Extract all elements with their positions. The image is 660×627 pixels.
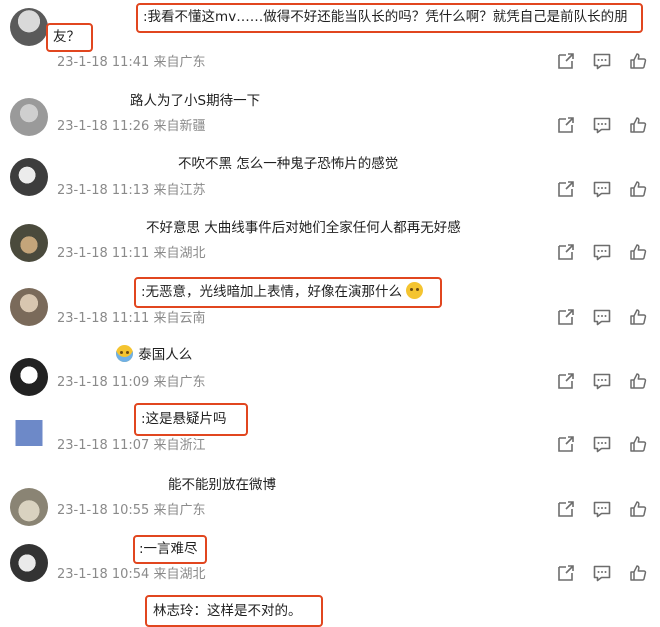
avatar[interactable] — [10, 158, 48, 196]
comment-time: 23-1-18 10:55 — [57, 503, 150, 518]
comment-time: 23-1-18 11:26 — [57, 119, 150, 134]
comment-actions — [556, 499, 648, 519]
comment-actions — [556, 371, 648, 391]
share-icon[interactable] — [556, 115, 576, 135]
comment-time: 23-1-18 11:07 — [57, 438, 150, 453]
avatar[interactable] — [10, 488, 48, 526]
share-icon[interactable] — [556, 563, 576, 583]
comment-location: 来自湖北 — [153, 246, 206, 261]
comment-icon[interactable] — [592, 115, 612, 135]
comment-meta: 23-1-18 11:11 来自云南 — [57, 307, 206, 326]
comment-icon[interactable] — [592, 434, 612, 454]
comment-time: 23-1-18 10:54 — [57, 567, 150, 582]
comment-text: :这是悬疑片吗 — [141, 411, 227, 427]
comment-text: :无恶意，光线暗加上表情，好像在演那什么 — [141, 281, 424, 303]
avatar[interactable] — [10, 544, 48, 582]
comment-text-body: :无恶意，光线暗加上表情，好像在演那什么 — [141, 284, 403, 300]
avatar[interactable] — [10, 288, 48, 326]
like-icon[interactable] — [628, 434, 648, 454]
like-icon[interactable] — [628, 563, 648, 583]
comment-location: 来自新疆 — [153, 119, 206, 134]
comment-text: :我看不懂这mv……做得不好还能当队长的吗？凭什么啊？就凭自己是前队长的朋 — [143, 9, 628, 25]
share-icon[interactable] — [556, 307, 576, 327]
comment-actions — [556, 242, 648, 262]
emoji-icon — [116, 345, 133, 362]
comment-meta: 23-1-18 11:09 来自广东 — [57, 371, 206, 390]
comment-text: 路人为了小S期待一下 — [130, 93, 261, 109]
like-icon[interactable] — [628, 499, 648, 519]
comment-meta: 23-1-18 10:55 来自广东 — [57, 499, 206, 518]
comment-text: 泰国人么 — [116, 344, 192, 366]
like-icon[interactable] — [628, 115, 648, 135]
comment-location: 来自广东 — [153, 55, 206, 70]
comment-location: 来自浙江 — [153, 438, 206, 453]
comment-location: 来自广东 — [153, 503, 206, 518]
comment-text: :一言难尽 — [139, 541, 198, 557]
avatar[interactable] — [10, 8, 48, 46]
avatar[interactable] — [10, 420, 48, 446]
comment-text: 不好意思 大曲线事件后对她们全家任何人都再无好感 — [146, 220, 461, 236]
avatar[interactable] — [10, 98, 48, 136]
share-icon[interactable] — [556, 179, 576, 199]
comment-actions — [556, 434, 648, 454]
comment-time: 23-1-18 11:11 — [57, 311, 150, 326]
comment-actions — [556, 563, 648, 583]
share-icon[interactable] — [556, 371, 576, 391]
comment-location: 来自云南 — [153, 311, 206, 326]
comment-meta: 23-1-18 11:13 来自江苏 — [57, 179, 206, 198]
share-icon[interactable] — [556, 499, 576, 519]
comment-location: 来自江苏 — [153, 183, 206, 198]
comment-text: 不吹不黑 怎么一种鬼子恐怖片的感觉 — [178, 156, 399, 172]
comment-location: 来自广东 — [153, 375, 206, 390]
comment-text: 能不能别放在微博 — [168, 477, 276, 493]
comment-text-body: 泰国人么 — [138, 347, 193, 363]
share-icon[interactable] — [556, 242, 576, 262]
share-icon[interactable] — [556, 434, 576, 454]
comment-time: 23-1-18 11:09 — [57, 375, 150, 390]
comment-text: 友？ — [53, 29, 80, 45]
comment-icon[interactable] — [592, 499, 612, 519]
comment-icon[interactable] — [592, 371, 612, 391]
comment-actions — [556, 307, 648, 327]
comment-actions — [556, 179, 648, 199]
like-icon[interactable] — [628, 371, 648, 391]
comment-time: 23-1-18 11:13 — [57, 183, 150, 198]
comment-icon[interactable] — [592, 179, 612, 199]
like-icon[interactable] — [628, 242, 648, 262]
comment-meta: 23-1-18 10:54 来自湖北 — [57, 563, 206, 582]
comment-icon[interactable] — [592, 307, 612, 327]
like-icon[interactable] — [628, 51, 648, 71]
comment-actions — [556, 51, 648, 71]
emoji-icon — [406, 282, 424, 299]
comment-icon[interactable] — [592, 563, 612, 583]
comment-text: 林志玲：这样是不对的。 — [153, 603, 302, 619]
comment-icon[interactable] — [592, 242, 612, 262]
like-icon[interactable] — [628, 307, 648, 327]
comment-meta: 23-1-18 11:26 来自新疆 — [57, 115, 206, 134]
comment-icon[interactable] — [592, 51, 612, 71]
comment-meta: 23-1-18 11:07 来自浙江 — [57, 434, 206, 453]
comment-location: 来自湖北 — [153, 567, 206, 582]
comment-time: 23-1-18 11:41 — [57, 55, 150, 70]
comment-meta: 23-1-18 11:41 来自广东 — [57, 51, 206, 70]
like-icon[interactable] — [628, 179, 648, 199]
comment-meta: 23-1-18 11:11 来自湖北 — [57, 242, 206, 261]
avatar[interactable] — [10, 358, 48, 396]
comment-actions — [556, 115, 648, 135]
share-icon[interactable] — [556, 51, 576, 71]
comment-time: 23-1-18 11:11 — [57, 246, 150, 261]
avatar[interactable] — [10, 224, 48, 262]
